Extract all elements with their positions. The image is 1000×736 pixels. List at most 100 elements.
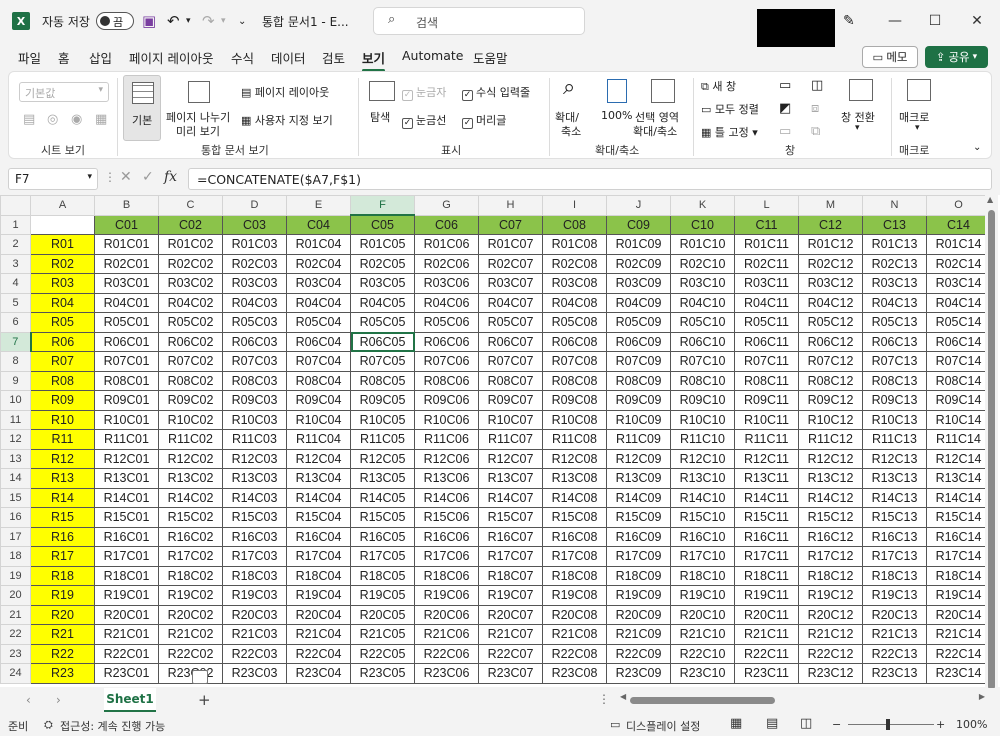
data-cell[interactable]: R07C05	[350, 351, 415, 372]
data-cell[interactable]: R14C01	[94, 487, 159, 508]
data-cell[interactable]: R06C09	[606, 331, 671, 352]
data-cell[interactable]: R08C10	[670, 370, 735, 391]
row-header[interactable]: 6	[0, 312, 31, 333]
data-cell[interactable]: R01C10	[670, 234, 735, 255]
data-cell[interactable]: R18C10	[670, 565, 735, 586]
data-cell[interactable]: R10C08	[542, 409, 607, 430]
data-cell[interactable]: R18C05	[350, 565, 415, 586]
data-cell[interactable]: R13C07	[478, 468, 543, 489]
row-header[interactable]: 24	[0, 663, 31, 684]
data-cell[interactable]: R22C11	[734, 643, 799, 664]
sync-scroll-icon[interactable]: ⧈	[811, 101, 819, 116]
sheet-view-dropdown[interactable]: 기본값 ▾	[19, 82, 109, 102]
options-view-icon[interactable]: ▦	[95, 112, 107, 127]
data-cell[interactable]: R05C07	[478, 312, 543, 333]
data-cell[interactable]: R03C06	[414, 273, 479, 294]
row-header[interactable]: 10	[0, 390, 31, 411]
data-cell[interactable]: R23C12	[798, 663, 863, 684]
data-cell[interactable]: R20C07	[478, 604, 543, 625]
data-cell[interactable]: R11C08	[542, 429, 607, 450]
zoom-level[interactable]: 100%	[956, 718, 987, 731]
data-cell[interactable]: R18C01	[94, 565, 159, 586]
data-cell[interactable]: R09C14	[926, 390, 991, 411]
data-cell[interactable]: R16C04	[286, 526, 351, 547]
data-cell[interactable]: R13C02	[158, 468, 223, 489]
normal-view-icon[interactable]: ▦	[730, 716, 742, 731]
data-cell[interactable]: R09C13	[862, 390, 927, 411]
data-cell[interactable]: R12C14	[926, 448, 991, 469]
arrange-all-button[interactable]: ▭ 모두 정렬	[701, 101, 759, 117]
data-cell[interactable]: R13C09	[606, 468, 671, 489]
data-cell[interactable]: R01C05	[350, 234, 415, 255]
freeze-panes-button[interactable]: ▦ 틀 고정 ▾	[701, 124, 758, 140]
data-cell[interactable]: R17C08	[542, 546, 607, 567]
column-header-i[interactable]: I	[542, 195, 607, 216]
data-cell[interactable]: R18C12	[798, 565, 863, 586]
redo-dropdown-icon[interactable]: ▾	[221, 0, 226, 42]
data-cell[interactable]: R13C13	[862, 468, 927, 489]
data-cell[interactable]: R13C14	[926, 468, 991, 489]
data-cell[interactable]: R04C01	[94, 292, 159, 313]
column-header-a[interactable]: A	[30, 195, 95, 216]
tab-page-layout[interactable]: 페이지 레이아웃	[129, 48, 213, 67]
data-cell[interactable]: R23C10	[670, 663, 735, 684]
data-cell[interactable]: R22C12	[798, 643, 863, 664]
data-cell[interactable]: R21C03	[222, 624, 287, 645]
save-icon[interactable]: ▣	[142, 0, 156, 42]
data-cell[interactable]: R07C10	[670, 351, 735, 372]
data-cell[interactable]: R01C08	[542, 234, 607, 255]
designer-pen-icon[interactable]: ✎	[843, 0, 855, 42]
data-cell[interactable]: R14C07	[478, 487, 543, 508]
data-cell[interactable]: R06C06	[414, 331, 479, 352]
data-cell[interactable]: R04C09	[606, 292, 671, 313]
data-cell[interactable]: R10C11	[734, 409, 799, 430]
data-cell[interactable]: R19C02	[158, 585, 223, 606]
data-cell[interactable]: R13C12	[798, 468, 863, 489]
data-cell[interactable]: R04C02	[158, 292, 223, 313]
data-cell[interactable]: R13C11	[734, 468, 799, 489]
share-button[interactable]: ⇪ 공유 ▾	[925, 46, 988, 68]
enter-icon[interactable]: ✓	[142, 169, 154, 185]
data-cell[interactable]: R22C14	[926, 643, 991, 664]
customize-toolbar-icon[interactable]: ⌄	[238, 0, 246, 42]
data-cell[interactable]: R17C10	[670, 546, 735, 567]
row-header[interactable]: 12	[0, 429, 31, 450]
data-cell[interactable]: R22C02	[158, 643, 223, 664]
row-label-cell[interactable]: R19	[30, 585, 95, 606]
data-cell[interactable]: R16C11	[734, 526, 799, 547]
sheet-tab-sheet1[interactable]: Sheet1	[104, 688, 156, 712]
data-cell[interactable]: R02C12	[798, 253, 863, 274]
data-cell[interactable]: R02C01	[94, 253, 159, 274]
new-view-icon[interactable]: ◉	[71, 112, 82, 127]
data-cell[interactable]: R09C12	[798, 390, 863, 411]
data-cell[interactable]: R03C04	[286, 273, 351, 294]
data-cell[interactable]: R16C07	[478, 526, 543, 547]
data-cell[interactable]: R02C03	[222, 253, 287, 274]
data-cell[interactable]: R03C10	[670, 273, 735, 294]
data-cell[interactable]: R23C05	[350, 663, 415, 684]
data-cell[interactable]: R14C13	[862, 487, 927, 508]
scroll-left-icon[interactable]: ◀	[620, 692, 626, 701]
row-label-cell[interactable]: R18	[30, 565, 95, 586]
column-header-m[interactable]: M	[798, 195, 863, 216]
column-header-k[interactable]: K	[670, 195, 735, 216]
data-cell[interactable]: R09C03	[222, 390, 287, 411]
data-cell[interactable]: R12C01	[94, 448, 159, 469]
data-cell[interactable]: R14C09	[606, 487, 671, 508]
hide-icon[interactable]: ◩	[779, 101, 791, 116]
data-cell[interactable]: R17C03	[222, 546, 287, 567]
data-cell[interactable]: R19C06	[414, 585, 479, 606]
data-cell[interactable]: R15C05	[350, 507, 415, 528]
data-cell[interactable]: R20C03	[222, 604, 287, 625]
row-header[interactable]: 16	[0, 507, 31, 528]
row-label-cell[interactable]: R04	[30, 292, 95, 313]
column-header-h[interactable]: H	[478, 195, 543, 216]
row-label-cell[interactable]: R02	[30, 253, 95, 274]
zoom-in-icon[interactable]: +	[936, 718, 945, 731]
data-cell[interactable]: R11C06	[414, 429, 479, 450]
data-cell[interactable]: R10C04	[286, 409, 351, 430]
zoom-out-icon[interactable]: −	[832, 718, 841, 731]
data-cell[interactable]: R02C13	[862, 253, 927, 274]
data-cell[interactable]: R21C02	[158, 624, 223, 645]
column-header-o[interactable]: O	[926, 195, 991, 216]
